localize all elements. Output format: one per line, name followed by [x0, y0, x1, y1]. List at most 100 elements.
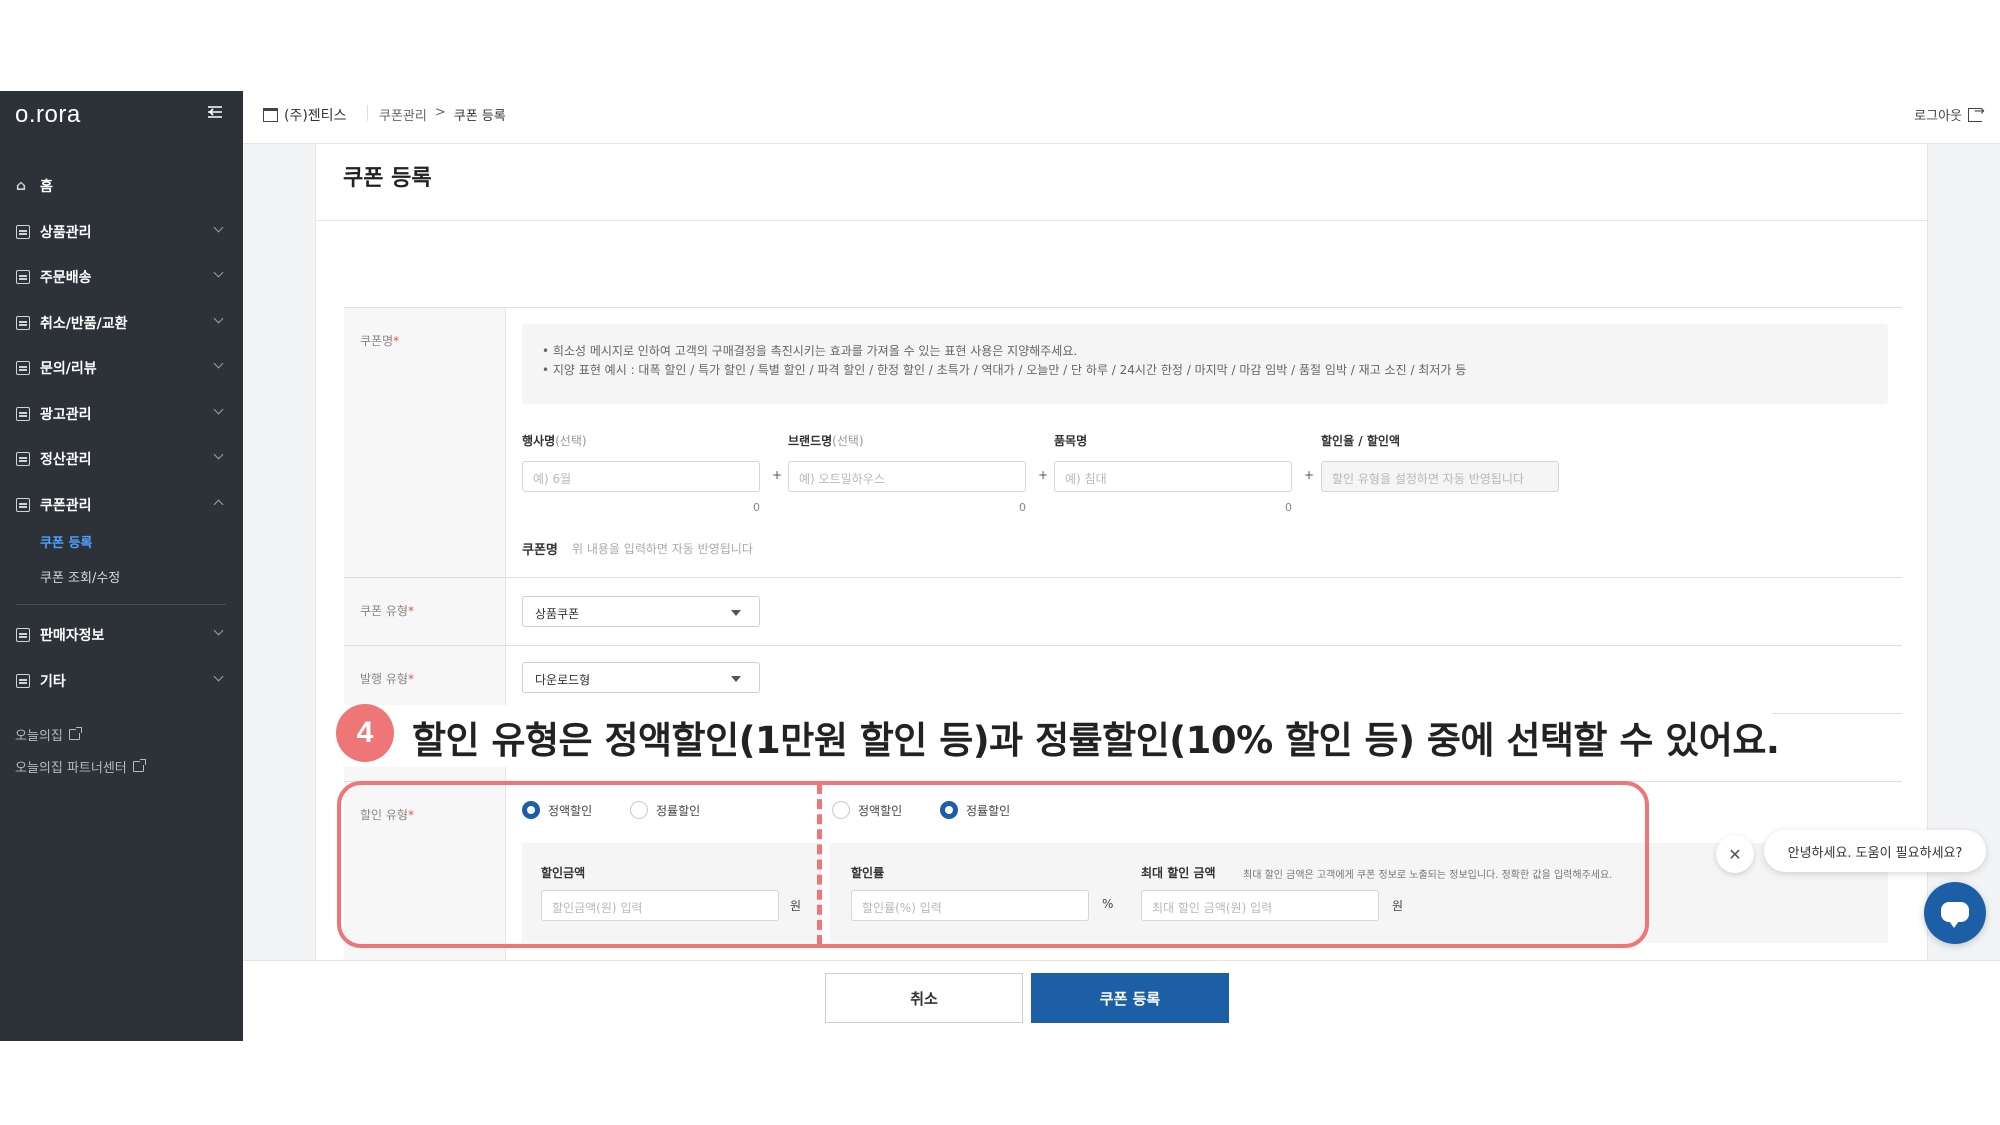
cancel-button[interactable]: 취소	[825, 973, 1023, 1023]
radio-fixed-discount[interactable]: 정액할인	[522, 801, 592, 819]
notice-line: • 지양 표현 예시 : 대폭 할인 / 특가 할인 / 특별 할인 / 파격 …	[542, 363, 1467, 377]
sidebar-subitem-coupon-search[interactable]: 쿠폰 조회/수정	[40, 567, 120, 586]
unit-percent: %	[1102, 897, 1114, 911]
radio-rate-discount[interactable]: 정률할인	[630, 801, 700, 819]
field-label: 발행 유형*	[344, 646, 506, 713]
sidebar-item-coupons[interactable]: 쿠폰관리	[16, 491, 228, 519]
sidebar-item-orders[interactable]: 주문배송	[16, 263, 228, 291]
amount-label: 할인금액	[541, 866, 586, 880]
caret-down-icon	[731, 610, 741, 616]
collapse-sidebar-icon[interactable]	[206, 103, 226, 123]
divider	[367, 105, 368, 121]
tutorial-step-badge: 4	[336, 704, 394, 762]
logout-label: 로그아웃	[1914, 109, 1962, 124]
sidebar-item-settlement[interactable]: 정산관리	[16, 445, 228, 473]
radio-rate-discount-alt[interactable]: 정률할인	[940, 801, 1010, 819]
coupon-type-select[interactable]: 상품쿠폰	[522, 596, 760, 627]
sidebar-item-label: 홈	[40, 179, 53, 195]
document-icon	[16, 498, 30, 512]
brand-name-label: 브랜드명(선택)	[788, 434, 864, 448]
brand-name-input[interactable]: 예) 오트밀하우스	[788, 461, 1026, 492]
link-partner-center[interactable]: 오늘의집 파트너센터	[15, 757, 146, 776]
sidebar-item-inquiries[interactable]: 문의/리뷰	[16, 354, 228, 382]
sidebar-item-label: 광고관리	[40, 407, 92, 423]
item-name-label: 품목명	[1054, 434, 1088, 448]
link-label: 오늘의집 파트너센터	[15, 761, 127, 776]
logout-icon	[1968, 104, 1985, 122]
top-bar: (주)젠티스 쿠폰관리 > 쿠폰 등록 로그아웃	[243, 91, 2000, 144]
coupon-form: 쿠폰명* • 희소성 메시지로 인하여 고객의 구매결정을 촉진시키는 효과를 …	[344, 307, 1902, 972]
chevron-down-icon	[213, 313, 224, 324]
home-icon: ⌂	[16, 178, 27, 194]
coupon-name-preview-label: 쿠폰명	[522, 543, 558, 558]
breadcrumb: 쿠폰관리 > 쿠폰 등록	[379, 105, 506, 124]
sidebar-subitem-coupon-register[interactable]: 쿠폰 등록	[40, 532, 92, 551]
link-ohouse[interactable]: 오늘의집	[15, 725, 82, 744]
coupon-name-preview: 위 내용을 입력하면 자동 반영됩니다	[572, 542, 753, 556]
char-count: 0	[753, 501, 760, 514]
sidebar-divider	[16, 604, 226, 605]
sidebar-item-returns[interactable]: 취소/반품/교환	[16, 309, 228, 337]
sidebar-item-products[interactable]: 상품관리	[16, 218, 228, 246]
chevron-down-icon	[213, 671, 224, 682]
item-name-input[interactable]: 예) 침대	[1054, 461, 1292, 492]
sidebar-item-etc[interactable]: 기타	[16, 667, 228, 695]
page-title: 쿠폰 등록	[343, 166, 432, 191]
document-icon	[16, 225, 30, 239]
document-icon	[16, 407, 30, 421]
discount-label: 할인율 / 할인액	[1321, 434, 1400, 448]
unit-won: 원	[790, 899, 802, 913]
sidebar-item-label: 판매자정보	[40, 628, 105, 644]
document-icon	[16, 674, 30, 688]
sidebar-item-seller-info[interactable]: 판매자정보	[16, 621, 228, 649]
document-icon	[16, 452, 30, 466]
field-label: 쿠폰 유형*	[344, 578, 506, 645]
document-icon	[16, 270, 30, 284]
chat-close-icon[interactable]: ✕	[1716, 835, 1754, 873]
sidebar-item-label: 문의/리뷰	[40, 361, 97, 377]
sidebar-item-label: 상품관리	[40, 225, 92, 241]
char-count: 0	[1285, 501, 1292, 514]
footer-actions: 취소 쿠폰 등록	[243, 960, 2000, 1041]
issue-type-select[interactable]: 다운로드형	[522, 662, 760, 693]
store-name: (주)젠티스	[284, 108, 347, 124]
sidebar-item-ads[interactable]: 광고관리	[16, 400, 228, 428]
plus-sign: +	[1304, 468, 1315, 482]
radio-unselected-icon	[832, 801, 850, 819]
notice-box: • 희소성 메시지로 인하여 고객의 구매결정을 촉진시키는 효과를 가져올 수…	[522, 324, 1888, 404]
chevron-down-icon	[213, 222, 224, 233]
register-coupon-button[interactable]: 쿠폰 등록	[1031, 973, 1229, 1023]
unit-won: 원	[1392, 899, 1404, 913]
radio-selected-icon	[940, 801, 958, 819]
breadcrumb-current: 쿠폰 등록	[453, 109, 506, 124]
document-icon	[16, 361, 30, 375]
max-discount-label: 최대 할인 금액	[1141, 866, 1216, 880]
external-link-icon	[68, 727, 82, 740]
main-content: 쿠폰 등록 쿠폰명* • 희소성 메시지로 인하여 고객의 구매결정을 촉진시키…	[243, 144, 2000, 1041]
sidebar-item-label: 취소/반품/교환	[40, 316, 128, 332]
chat-greeting-bubble[interactable]: 안녕하세요. 도움이 필요하세요?	[1764, 830, 1986, 872]
store-icon	[263, 108, 278, 122]
sidebar-item-home[interactable]: ⌂ 홈	[16, 172, 228, 200]
radio-fixed-discount-alt[interactable]: 정액할인	[832, 801, 902, 819]
sidebar-item-label: 주문배송	[40, 270, 92, 286]
chat-launcher-button[interactable]	[1924, 882, 1986, 944]
chat-icon	[1941, 902, 1969, 928]
store-selector[interactable]: (주)젠티스	[263, 105, 346, 125]
field-label: 쿠폰명*	[344, 308, 506, 577]
discount-rate-input[interactable]: 할인률(%) 입력	[851, 890, 1089, 921]
coupon-form-card: 쿠폰 등록 쿠폰명* • 희소성 메시지로 인하여 고객의 구매결정을 촉진시키…	[315, 144, 1929, 974]
breadcrumb-item[interactable]: 쿠폰관리	[379, 105, 427, 124]
radio-unselected-icon	[630, 801, 648, 819]
chevron-up-icon	[213, 499, 224, 510]
max-discount-input[interactable]: 최대 할인 금액(원) 입력	[1141, 890, 1379, 921]
document-icon	[16, 316, 30, 330]
breadcrumb-separator: >	[434, 105, 446, 120]
discount-amount-input[interactable]: 할인금액(원) 입력	[541, 890, 779, 921]
form-row-coupon-name: 쿠폰명* • 희소성 메시지로 인하여 고객의 구매결정을 촉진시키는 효과를 …	[344, 308, 1902, 578]
logout-button[interactable]: 로그아웃	[1914, 104, 1985, 125]
radio-selected-icon	[522, 801, 540, 819]
event-name-input[interactable]: 예) 6월	[522, 461, 760, 492]
document-icon	[16, 628, 30, 642]
discount-readonly-input: 할인 유형을 설정하면 자동 반영됩니다	[1321, 461, 1559, 492]
